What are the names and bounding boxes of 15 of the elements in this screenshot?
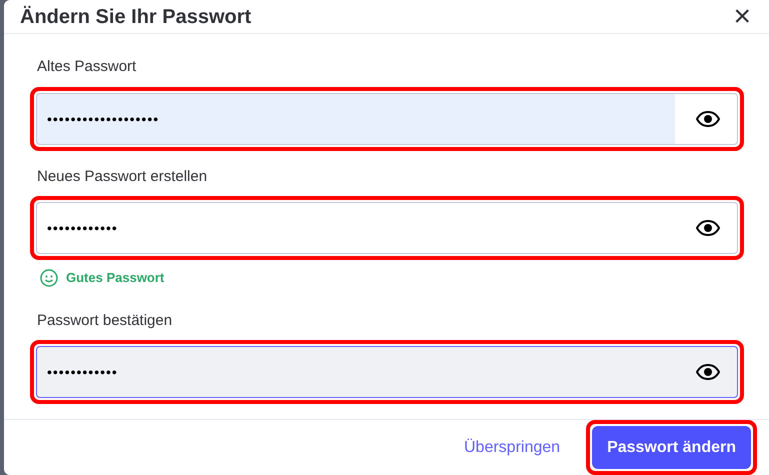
close-button[interactable]: × [729, 2, 755, 32]
change-password-button[interactable]: Passwort ändern [592, 426, 751, 469]
field-label: Passwort bestätigen [37, 310, 174, 330]
eye-icon[interactable] [696, 220, 720, 236]
smiley-icon [40, 268, 58, 287]
dialog-title: Ändern Sie Ihr Passwort [20, 4, 252, 28]
field-label: Neues Passwort erstellen [37, 166, 208, 186]
password-field[interactable]: •••••••••••• [36, 202, 738, 254]
eye-icon[interactable] [696, 364, 720, 380]
password-field[interactable]: ••••••••••••••••••• [36, 92, 738, 144]
password-field[interactable]: •••••••••••• [36, 346, 738, 398]
field-label: Altes Passwort [37, 57, 138, 77]
password-strength-text: Gutes Passwort [66, 269, 164, 287]
skip-link[interactable]: Überspringen [464, 436, 560, 460]
eye-icon[interactable] [696, 110, 720, 126]
